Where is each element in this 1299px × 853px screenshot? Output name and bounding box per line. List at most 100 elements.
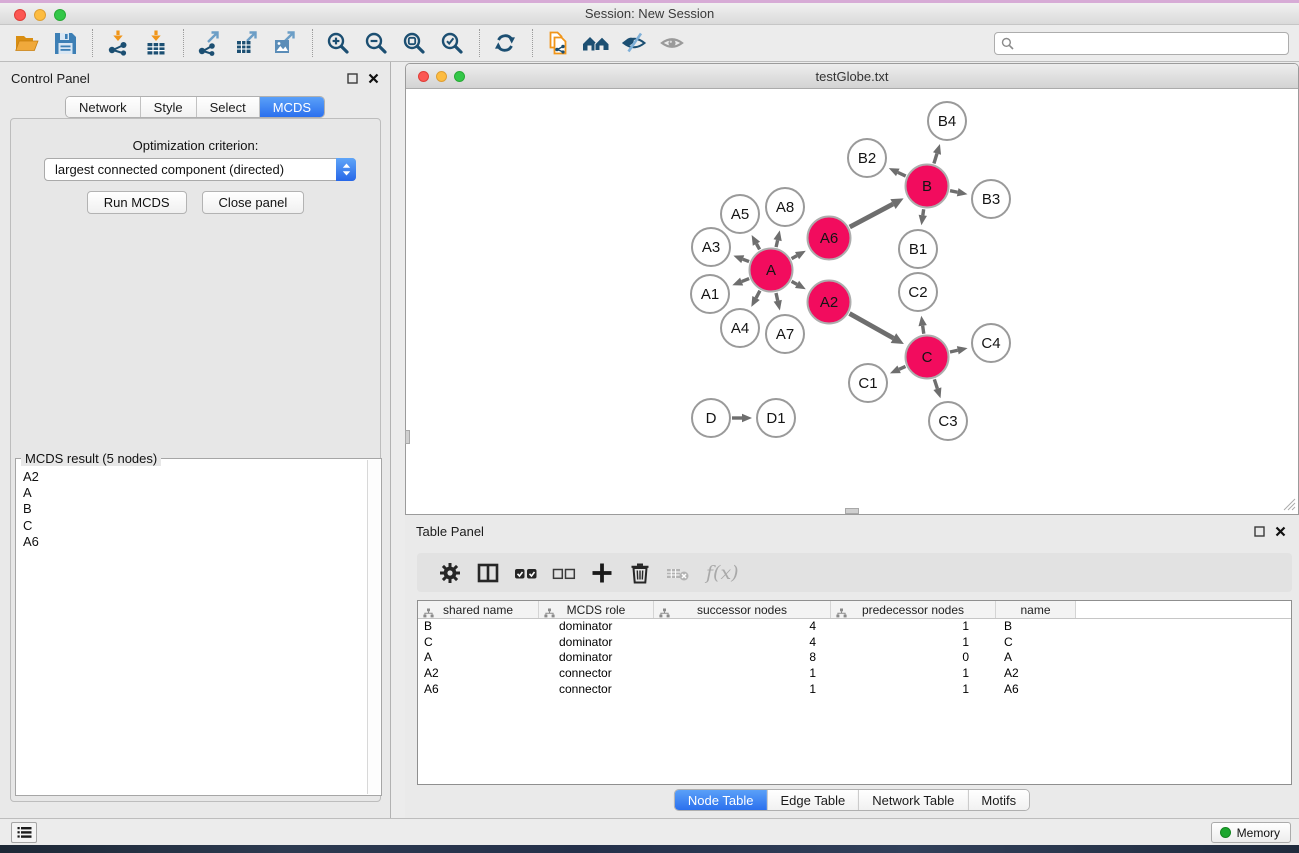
graph-node-B4[interactable]: B4	[928, 102, 966, 140]
graph-node-C[interactable]: C	[906, 336, 949, 379]
export-network-button[interactable]	[194, 28, 224, 58]
cell-shared-name[interactable]: C	[418, 635, 539, 651]
save-session-button[interactable]	[50, 28, 80, 58]
clone-network-button[interactable]	[543, 28, 573, 58]
float-panel-icon[interactable]	[346, 72, 359, 85]
edge-B-B4[interactable]	[933, 144, 941, 164]
column-header-MCDS-role[interactable]: MCDS role	[539, 601, 654, 618]
tab-network-table[interactable]: Network Table	[859, 790, 968, 810]
cell-MCDS-role[interactable]: dominator	[539, 619, 654, 635]
cell-successor-nodes[interactable]: 1	[654, 682, 831, 698]
column-header-successor-nodes[interactable]: successor nodes	[654, 601, 831, 618]
resize-grip-icon[interactable]	[1281, 496, 1296, 511]
column-header-shared-name[interactable]: shared name	[418, 601, 539, 618]
table-row[interactable]: A2connector11A2	[418, 666, 1291, 682]
cell-name[interactable]: A	[996, 650, 1076, 666]
table-options-button[interactable]	[434, 558, 466, 588]
zoom-selected-button[interactable]	[437, 28, 467, 58]
edge-A-A6[interactable]	[792, 251, 806, 260]
cell-successor-nodes[interactable]: 4	[654, 619, 831, 635]
graph-node-A3[interactable]: A3	[692, 228, 730, 266]
edge-D-D1[interactable]	[732, 414, 752, 422]
close-panel-button[interactable]: Close panel	[202, 191, 305, 214]
delete-column-button[interactable]	[624, 558, 656, 588]
graph-node-B[interactable]: B	[906, 165, 949, 208]
column-header-name[interactable]: name	[996, 601, 1076, 618]
network-window-titlebar[interactable]: testGlobe.txt	[406, 64, 1298, 89]
task-history-button[interactable]	[11, 822, 37, 843]
edge-A-A8[interactable]	[774, 230, 782, 247]
zoom-in-button[interactable]	[323, 28, 353, 58]
edge-A6-B[interactable]	[850, 198, 904, 227]
cell-MCDS-role[interactable]: connector	[539, 682, 654, 698]
refresh-button[interactable]	[490, 28, 520, 58]
cell-name[interactable]: A2	[996, 666, 1076, 682]
tab-node-table[interactable]: Node Table	[675, 790, 768, 810]
graph-node-A1[interactable]: A1	[691, 275, 729, 313]
cell-MCDS-role[interactable]: connector	[539, 666, 654, 682]
edge-B-B3[interactable]	[950, 188, 967, 196]
delete-table-button[interactable]	[662, 558, 694, 588]
graph-node-D[interactable]: D	[692, 399, 730, 437]
graph-node-D1[interactable]: D1	[757, 399, 795, 437]
open-session-button[interactable]	[12, 28, 42, 58]
tab-mcds[interactable]: MCDS	[260, 97, 324, 117]
cell-MCDS-role[interactable]: dominator	[539, 650, 654, 666]
memory-button[interactable]: Memory	[1211, 822, 1291, 843]
import-network-button[interactable]	[103, 28, 133, 58]
zoom-out-button[interactable]	[361, 28, 391, 58]
run-mcds-button[interactable]: Run MCDS	[87, 191, 187, 214]
edge-A-A1[interactable]	[732, 278, 749, 286]
deselect-all-button[interactable]	[548, 558, 580, 588]
graph-node-C3[interactable]: C3	[929, 402, 967, 440]
cell-shared-name[interactable]: B	[418, 619, 539, 635]
graph-node-B3[interactable]: B3	[972, 180, 1010, 218]
graph-node-A8[interactable]: A8	[766, 188, 804, 226]
float-table-panel-icon[interactable]	[1253, 525, 1266, 538]
edge-A-A7[interactable]	[774, 293, 782, 311]
result-item[interactable]: A6	[17, 534, 367, 550]
edge-A-A5[interactable]	[752, 235, 761, 249]
close-table-panel-icon[interactable]	[1274, 525, 1287, 538]
edge-B-B1[interactable]	[919, 209, 927, 225]
graph-node-A2[interactable]: A2	[808, 281, 851, 324]
table-row[interactable]: Adominator80A	[418, 650, 1291, 666]
edge-A-A4[interactable]	[751, 291, 760, 307]
edge-C-C4[interactable]	[950, 346, 968, 354]
cell-shared-name[interactable]: A2	[418, 666, 539, 682]
show-hidden-button[interactable]	[657, 28, 687, 58]
result-item[interactable]: A2	[17, 469, 367, 485]
cell-name[interactable]: A6	[996, 682, 1076, 698]
first-neighbors-button[interactable]	[581, 28, 611, 58]
close-panel-icon[interactable]	[367, 72, 380, 85]
cell-MCDS-role[interactable]: dominator	[539, 635, 654, 651]
splitter-handle-left[interactable]	[405, 430, 410, 444]
show-columns-button[interactable]	[472, 558, 504, 588]
zoom-fit-button[interactable]	[399, 28, 429, 58]
graph-node-A7[interactable]: A7	[766, 315, 804, 353]
graph-node-B2[interactable]: B2	[848, 139, 886, 177]
graph-node-C2[interactable]: C2	[899, 273, 937, 311]
cell-predecessor-nodes[interactable]: 1	[831, 619, 996, 635]
import-table-button[interactable]	[141, 28, 171, 58]
graph-node-A[interactable]: A	[750, 249, 793, 292]
search-input[interactable]	[1018, 34, 1288, 53]
result-item[interactable]: B	[17, 501, 367, 517]
graph-node-A4[interactable]: A4	[721, 309, 759, 347]
apply-function-button[interactable]: f(x)	[706, 562, 739, 584]
cell-successor-nodes[interactable]: 4	[654, 635, 831, 651]
tab-edge-table[interactable]: Edge Table	[767, 790, 859, 810]
cell-name[interactable]: B	[996, 619, 1076, 635]
edge-A-A3[interactable]	[733, 255, 749, 263]
edge-C-C1[interactable]	[890, 365, 906, 373]
export-image-button[interactable]	[270, 28, 300, 58]
cell-name[interactable]: C	[996, 635, 1076, 651]
hide-selected-button[interactable]	[619, 28, 649, 58]
table-row[interactable]: A6connector11A6	[418, 682, 1291, 698]
cell-predecessor-nodes[interactable]: 1	[831, 666, 996, 682]
graph-node-A5[interactable]: A5	[721, 195, 759, 233]
table-row[interactable]: Cdominator41C	[418, 635, 1291, 651]
add-column-button[interactable]	[586, 558, 618, 588]
result-list-scrollbar[interactable]	[367, 460, 380, 794]
graph-node-A6[interactable]: A6	[808, 217, 851, 260]
